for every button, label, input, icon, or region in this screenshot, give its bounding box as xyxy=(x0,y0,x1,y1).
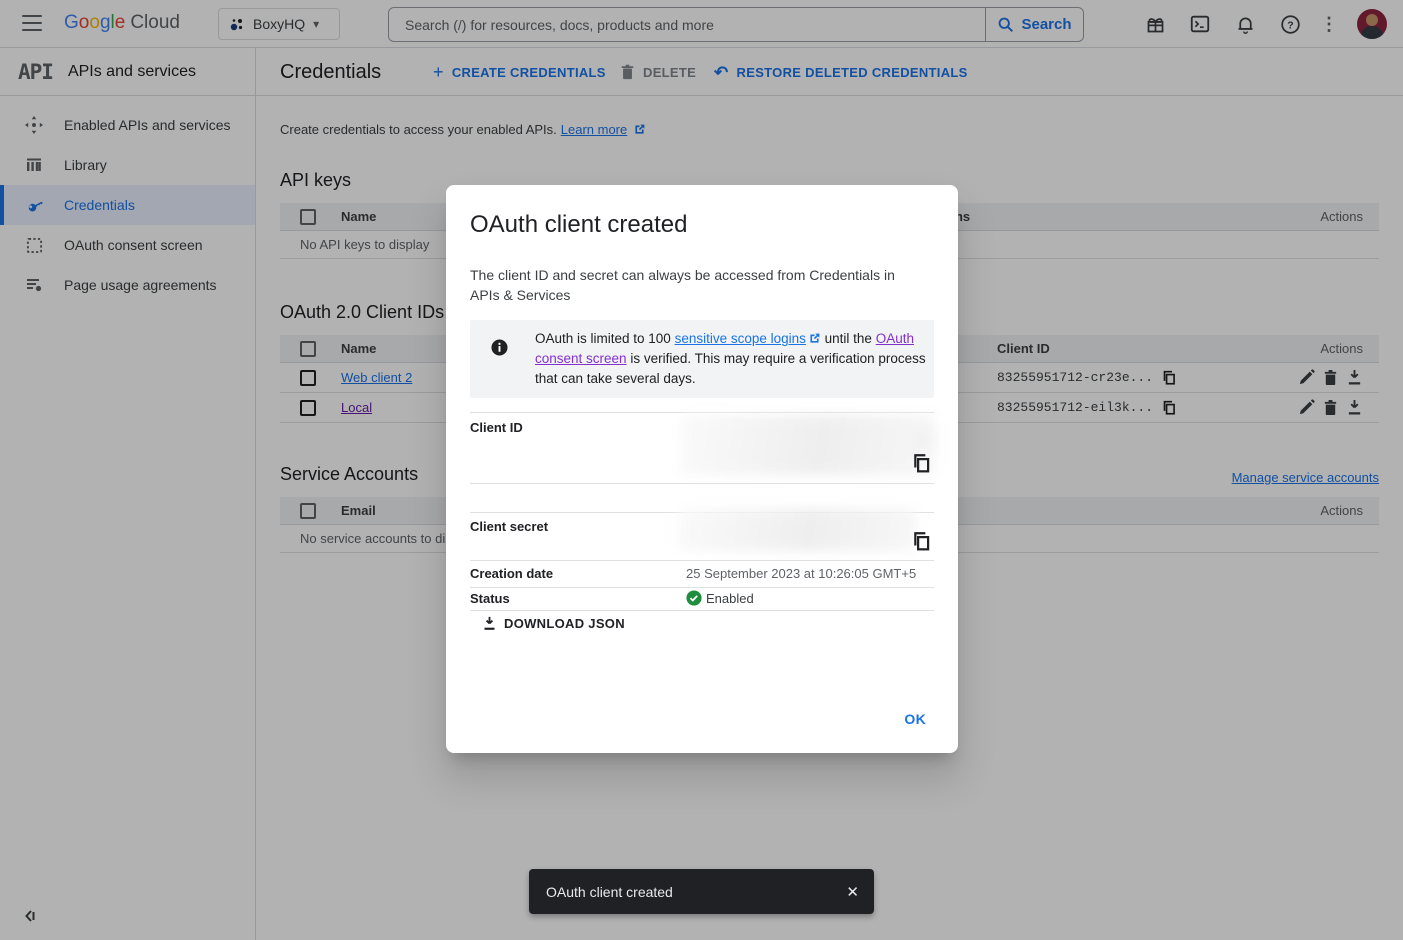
status-value: Enabled xyxy=(706,591,754,606)
notice-link1: sensitive scope logins xyxy=(675,331,806,346)
verification-notice: OAuth is limited to 100 sensitive scope … xyxy=(470,320,934,398)
info-icon xyxy=(491,339,508,356)
creation-date-label: Creation date xyxy=(470,566,553,581)
client-secret-redacted-value xyxy=(678,509,916,551)
divider xyxy=(470,560,934,561)
divider xyxy=(470,587,934,588)
dialog-title: OAuth client created xyxy=(470,211,687,239)
client-id-redacted-value xyxy=(904,433,934,447)
download-json-button[interactable]: DOWNLOAD JSON xyxy=(482,616,625,631)
dialog-body-text: The client ID and secret can always be a… xyxy=(470,265,920,305)
status-label: Status xyxy=(470,591,510,606)
divider xyxy=(470,610,934,611)
divider xyxy=(470,412,934,413)
client-id-label: Client ID xyxy=(470,420,523,435)
client-id-redacted-value xyxy=(680,415,936,475)
external-link-icon xyxy=(808,332,821,345)
oauth-client-created-dialog: OAuth client created The client ID and s… xyxy=(446,185,958,753)
divider xyxy=(470,483,934,484)
copy-client-id-icon[interactable] xyxy=(912,453,932,473)
notice-mid: until the xyxy=(821,331,876,346)
close-icon[interactable]: ✕ xyxy=(846,883,859,901)
creation-date-value: 25 September 2023 at 10:26:05 GMT+5 xyxy=(686,566,916,581)
check-circle-icon xyxy=(686,590,702,606)
download-json-label: DOWNLOAD JSON xyxy=(504,616,625,631)
toast-message: OAuth client created xyxy=(546,884,846,900)
ok-button[interactable]: OK xyxy=(896,705,934,733)
sensitive-scope-logins-link[interactable]: sensitive scope logins xyxy=(675,331,806,346)
notice-pre: OAuth is limited to 100 xyxy=(535,331,675,346)
copy-client-secret-icon[interactable] xyxy=(912,531,932,551)
app-window: GoogleCloud BoxyHQ ▾ Search xyxy=(0,0,1403,940)
notice-text: OAuth is limited to 100 sensitive scope … xyxy=(535,329,937,389)
download-icon xyxy=(482,616,497,631)
client-secret-label: Client secret xyxy=(470,519,548,534)
snackbar-toast: OAuth client created ✕ xyxy=(529,869,874,914)
